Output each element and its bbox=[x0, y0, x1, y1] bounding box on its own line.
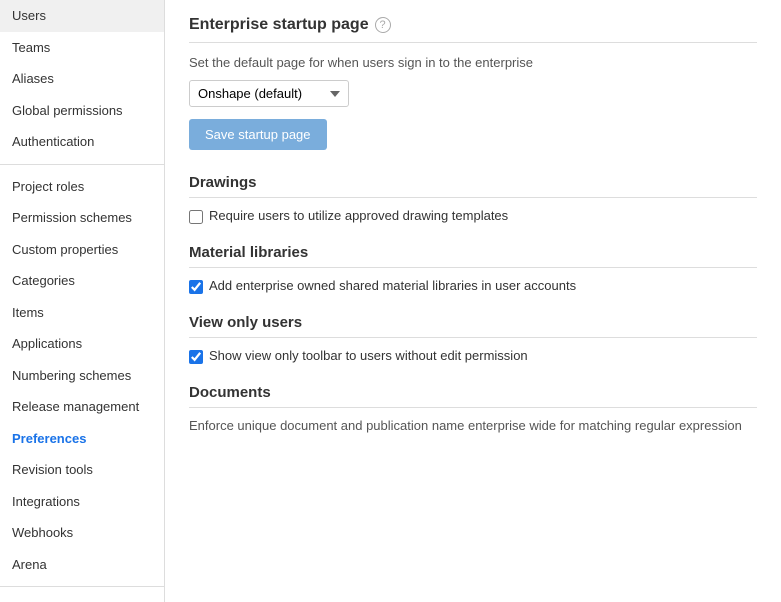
view-only-checkbox-row[interactable]: Show view only toolbar to users without … bbox=[189, 348, 757, 364]
startup-page-select-wrapper: Onshape (default) Custom page bbox=[189, 80, 757, 107]
enterprise-startup-section: Enterprise startup page ? Set the defaul… bbox=[189, 16, 757, 150]
drawings-section: Drawings Require users to utilize approv… bbox=[189, 174, 757, 224]
sidebar-divider bbox=[0, 164, 164, 165]
material-libraries-checkbox[interactable] bbox=[189, 280, 203, 294]
sidebar-item-permission-schemes[interactable]: Permission schemes bbox=[0, 202, 164, 234]
sidebar-item-revision-tools[interactable]: Revision tools bbox=[0, 454, 164, 486]
sidebar-item-authentication[interactable]: Authentication bbox=[0, 126, 164, 158]
sidebar-item-categories[interactable]: Categories bbox=[0, 265, 164, 297]
view-only-users-title: View only users bbox=[189, 314, 757, 338]
sidebar-item-details[interactable]: Details bbox=[0, 593, 164, 602]
help-icon[interactable]: ? bbox=[375, 17, 391, 33]
sidebar-item-custom-properties[interactable]: Custom properties bbox=[0, 234, 164, 266]
sidebar-item-global-permissions[interactable]: Global permissions bbox=[0, 95, 164, 127]
documents-description: Enforce unique document and publication … bbox=[189, 418, 757, 433]
sidebar-item-preferences[interactable]: Preferences bbox=[0, 423, 164, 455]
drawings-title: Drawings bbox=[189, 174, 757, 198]
enterprise-startup-description: Set the default page for when users sign… bbox=[189, 55, 757, 70]
drawings-checkbox[interactable] bbox=[189, 210, 203, 224]
material-libraries-section: Material libraries Add enterprise owned … bbox=[189, 244, 757, 294]
enterprise-startup-title: Enterprise startup page ? bbox=[189, 16, 757, 43]
documents-title: Documents bbox=[189, 384, 757, 408]
sidebar-item-project-roles[interactable]: Project roles bbox=[0, 171, 164, 203]
sidebar-item-webhooks[interactable]: Webhooks bbox=[0, 517, 164, 549]
sidebar-item-applications[interactable]: Applications bbox=[0, 328, 164, 360]
view-only-users-section: View only users Show view only toolbar t… bbox=[189, 314, 757, 364]
material-libraries-checkbox-row[interactable]: Add enterprise owned shared material lib… bbox=[189, 278, 757, 294]
sidebar-item-integrations[interactable]: Integrations bbox=[0, 486, 164, 518]
material-libraries-checkbox-label: Add enterprise owned shared material lib… bbox=[209, 278, 576, 293]
view-only-checkbox[interactable] bbox=[189, 350, 203, 364]
main-content: Enterprise startup page ? Set the defaul… bbox=[165, 0, 781, 602]
sidebar-item-teams[interactable]: Teams bbox=[0, 32, 164, 64]
sidebar-item-release-management[interactable]: Release management bbox=[0, 391, 164, 423]
documents-section: Documents Enforce unique document and pu… bbox=[189, 384, 757, 433]
sidebar-divider-2 bbox=[0, 586, 164, 587]
sidebar-item-arena[interactable]: Arena bbox=[0, 549, 164, 581]
drawings-checkbox-label: Require users to utilize approved drawin… bbox=[209, 208, 508, 223]
sidebar-item-items[interactable]: Items bbox=[0, 297, 164, 329]
material-libraries-title: Material libraries bbox=[189, 244, 757, 268]
drawings-checkbox-row[interactable]: Require users to utilize approved drawin… bbox=[189, 208, 757, 224]
sidebar-item-numbering-schemes[interactable]: Numbering schemes bbox=[0, 360, 164, 392]
startup-page-select[interactable]: Onshape (default) Custom page bbox=[189, 80, 349, 107]
save-startup-page-button[interactable]: Save startup page bbox=[189, 119, 327, 150]
sidebar-item-aliases[interactable]: Aliases bbox=[0, 63, 164, 95]
sidebar-item-users[interactable]: Users bbox=[0, 0, 164, 32]
view-only-checkbox-label: Show view only toolbar to users without … bbox=[209, 348, 528, 363]
sidebar: UsersTeamsAliasesGlobal permissionsAuthe… bbox=[0, 0, 165, 602]
